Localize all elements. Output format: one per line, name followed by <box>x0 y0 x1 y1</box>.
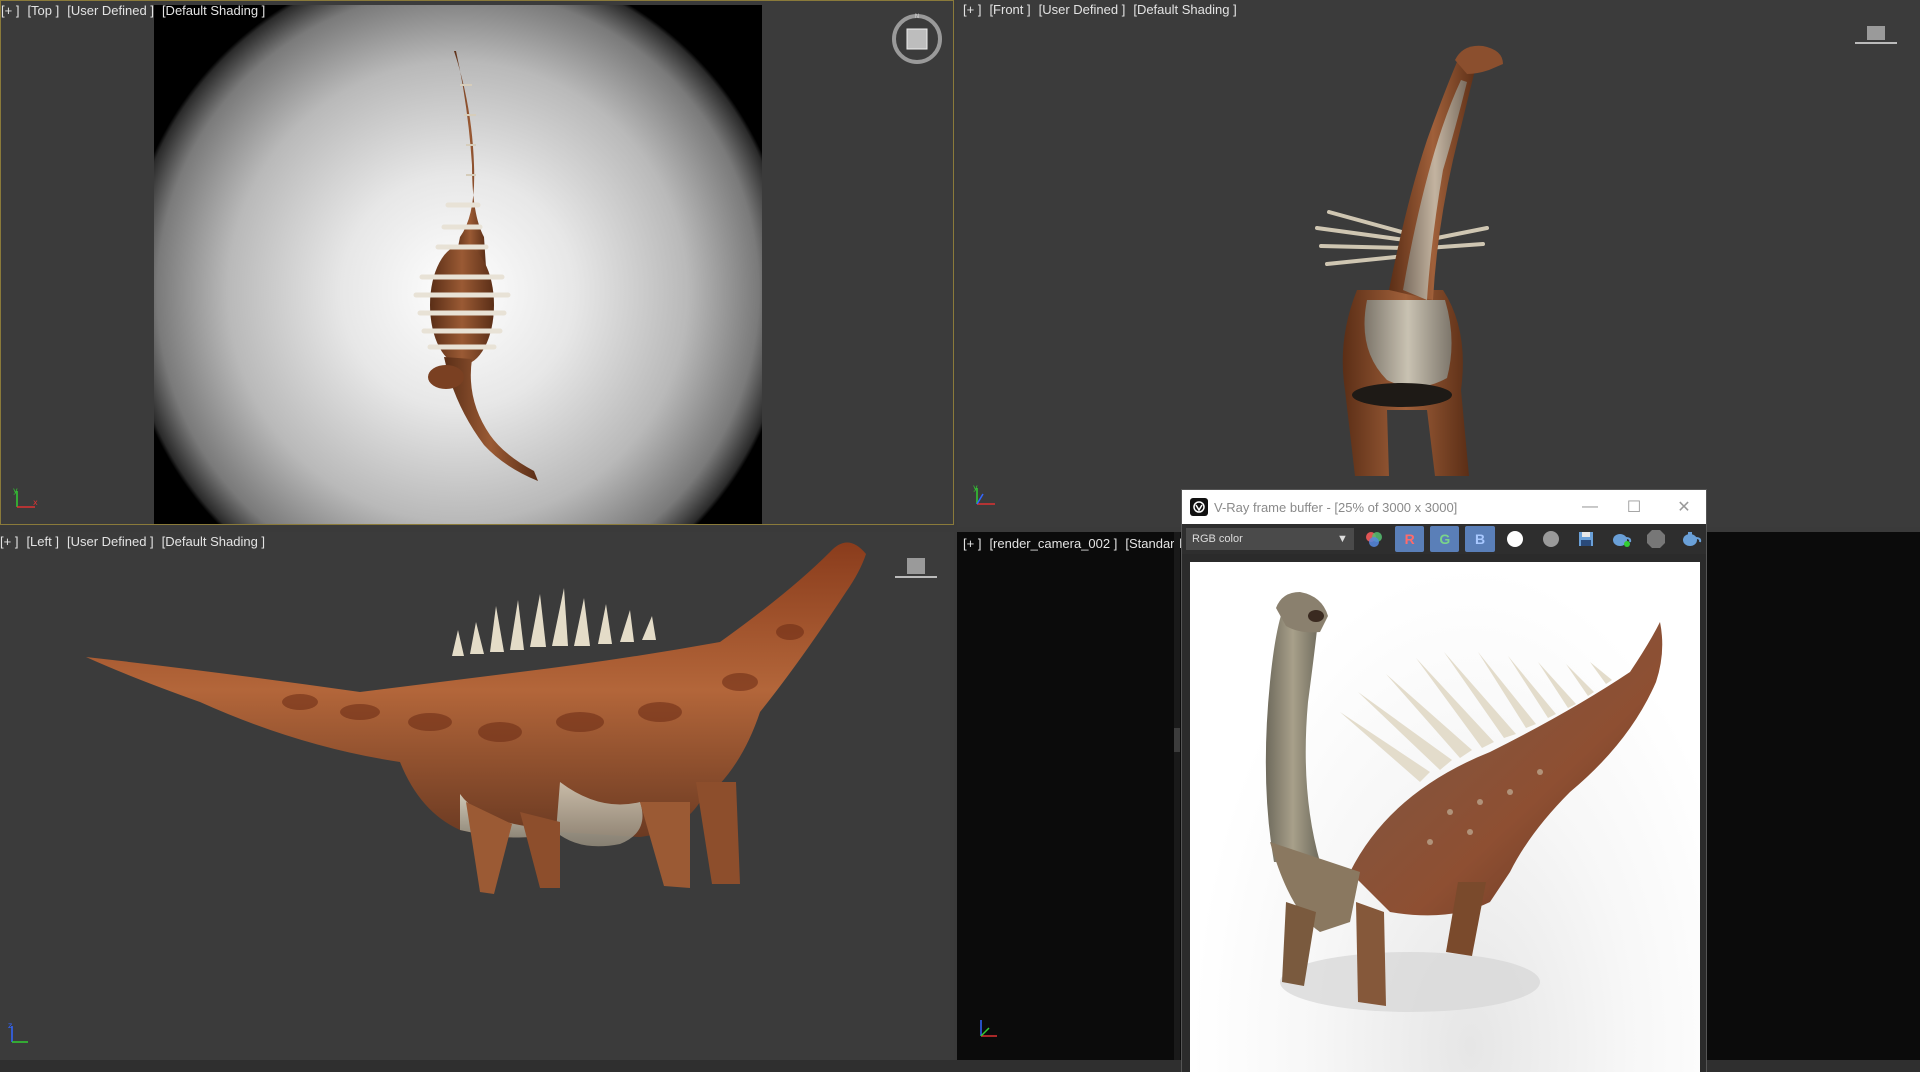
dinosaur-front-view <box>1315 45 1503 476</box>
green-channel-button[interactable]: G <box>1430 526 1460 552</box>
viewport-view-label[interactable]: [render_camera_002 ] <box>989 536 1117 551</box>
viewport-left[interactable]: [+ ] [Left ] [User Defined ] [Default Sh… <box>0 532 954 1060</box>
red-channel-button[interactable]: R <box>1395 526 1425 552</box>
axis-tripod-icon: y x <box>13 486 38 508</box>
viewport-top[interactable]: [+ ] [Top ] [User Defined ] [Default Sha… <box>0 0 954 525</box>
viewcube-icon[interactable]: N <box>889 11 945 67</box>
color-channels-icon[interactable] <box>1360 526 1389 552</box>
maximize-button[interactable]: ☐ <box>1612 490 1656 524</box>
dinosaur-top-view <box>413 51 538 481</box>
viewport-menu-plus[interactable]: [+ ] <box>963 536 981 551</box>
vfb-title: V-Ray frame buffer - [25% of 3000 x 3000… <box>1214 499 1458 515</box>
viewport-view-label[interactable]: [Top ] <box>27 3 59 18</box>
divider-handle[interactable] <box>1174 728 1180 752</box>
minimize-button[interactable]: — <box>1568 490 1612 524</box>
svg-text:x: x <box>33 498 38 507</box>
viewcube-icon[interactable] <box>1853 24 1899 46</box>
viewport-divider[interactable] <box>1174 532 1180 1060</box>
viewport-mode-label[interactable]: [User Defined ] <box>1039 2 1126 17</box>
vray-frame-buffer-window[interactable]: V-Ray frame buffer - [25% of 3000 x 3000… <box>1182 490 1706 1072</box>
svg-text:y: y <box>973 483 978 492</box>
back-spikes <box>452 588 656 656</box>
save-icon[interactable] <box>1571 526 1600 552</box>
axis-tripod-icon: y <box>973 483 995 505</box>
viewport-menu-plus[interactable]: [+ ] <box>963 2 981 17</box>
white-circle-icon[interactable] <box>1501 526 1530 552</box>
vfb-toolbar: RGB color ▼ R G B <box>1182 524 1706 554</box>
vfb-titlebar[interactable]: V-Ray frame buffer - [25% of 3000 x 3000… <box>1182 490 1706 524</box>
rendered-image <box>1190 562 1700 1072</box>
viewport-shading-label[interactable]: [Default Shading ] <box>162 534 265 549</box>
viewport-view-label[interactable]: [Front ] <box>989 2 1030 17</box>
viewport-label-front: [+ ] [Front ] [User Defined ] [Default S… <box>963 2 1237 17</box>
viewport-label-camera: [+ ] [render_camera_002 ] [Standard <box>963 536 1182 551</box>
svg-text:z: z <box>8 1021 12 1030</box>
blue-channel-button[interactable]: B <box>1465 526 1495 552</box>
viewport-label-left: [+ ] [Left ] [User Defined ] [Default Sh… <box>0 534 265 549</box>
vray-logo-icon <box>1190 498 1208 516</box>
viewport-front[interactable]: [+ ] [Front ] [User Defined ] [Default S… <box>957 0 1920 527</box>
viewport-shading-label[interactable]: [Default Shading ] <box>162 3 265 18</box>
viewport-menu-plus[interactable]: [+ ] <box>0 534 18 549</box>
channel-select[interactable]: RGB color ▼ <box>1186 528 1354 550</box>
render-teapot-icon[interactable] <box>1606 526 1635 552</box>
chevron-down-icon: ▼ <box>1336 533 1348 545</box>
rendered-dinosaur <box>1265 592 1663 1012</box>
stop-render-icon[interactable] <box>1642 526 1671 552</box>
dinosaur-side-view <box>86 542 866 894</box>
close-button[interactable]: ✕ <box>1662 490 1706 524</box>
svg-text:y: y <box>13 486 18 495</box>
viewport-menu-plus[interactable]: [+ ] <box>1 3 19 18</box>
top-viewport-canvas <box>154 5 762 524</box>
axis-tripod-icon: z <box>8 1021 28 1043</box>
viewport-mode-label[interactable]: [User Defined ] <box>67 534 154 549</box>
axis-tripod-icon <box>980 1020 997 1037</box>
viewport-shading-label[interactable]: [Default Shading ] <box>1133 2 1236 17</box>
gray-circle-icon[interactable] <box>1536 526 1565 552</box>
viewport-mode-label[interactable]: [User Defined ] <box>67 3 154 18</box>
svg-text:N: N <box>915 13 920 20</box>
viewcube-icon[interactable] <box>893 558 939 580</box>
teapot-icon[interactable] <box>1677 526 1706 552</box>
channel-select-value: RGB color <box>1192 533 1243 545</box>
viewport-view-label[interactable]: [Left ] <box>26 534 59 549</box>
viewport-label-top: [+ ] [Top ] [User Defined ] [Default Sha… <box>1 3 265 18</box>
